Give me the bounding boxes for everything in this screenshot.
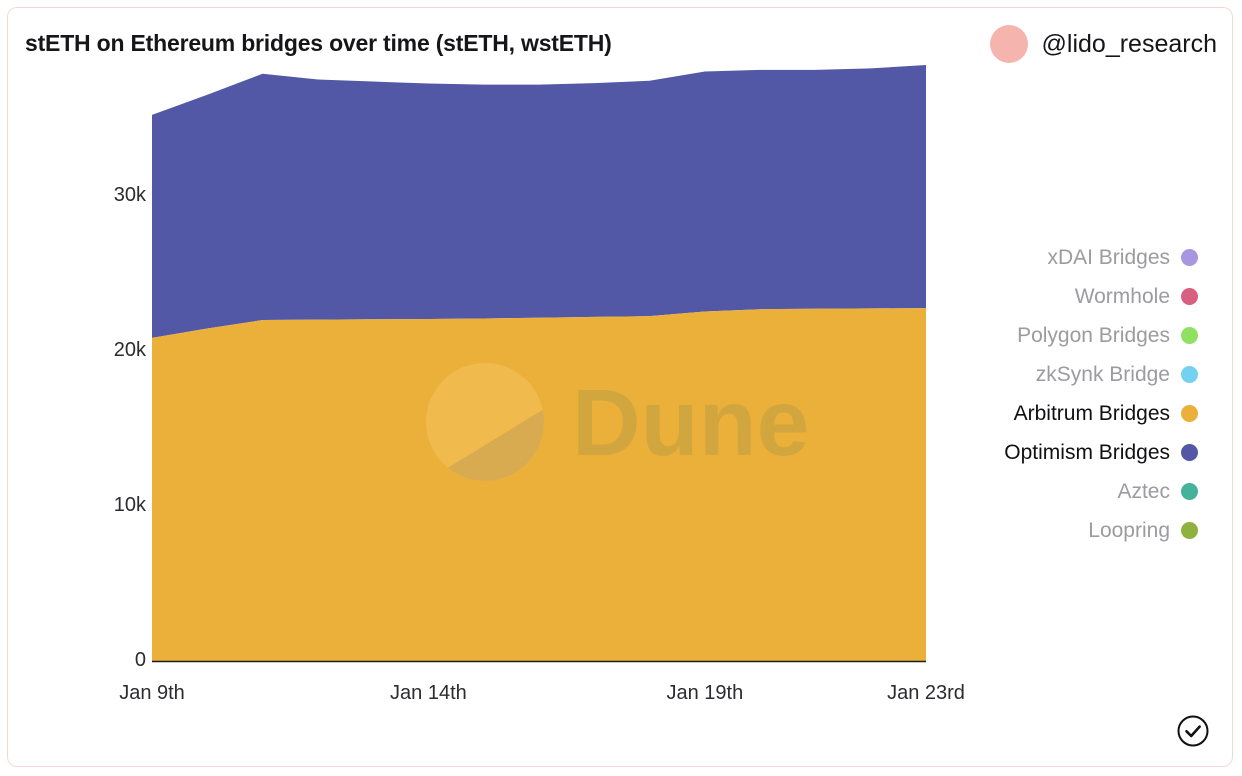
legend-item-label: Aztec [1117,479,1170,503]
legend-item-label: Polygon Bridges [1017,323,1170,347]
x-axis-tick-label: Jan 9th [119,682,185,704]
y-axis-tick-label: 30k [113,183,146,206]
legend-item-label: zkSynk Bridge [1035,362,1170,386]
legend-item[interactable]: Polygon Bridges [1017,316,1198,355]
legend-color-swatch [1181,288,1198,305]
legend-color-swatch [1181,522,1198,539]
legend-item-label: Arbitrum Bridges [1013,401,1170,425]
legend-item-label: Wormhole [1074,284,1170,308]
legend-item-label: Loopring [1088,518,1170,542]
x-axis-tick-label: Jan 14th [390,682,467,704]
x-axis-tick-label: Jan 19th [666,682,744,704]
chart-legend[interactable]: xDAI Bridges Wormhole Polygon Bridges zkSyn… [948,238,1198,550]
x-axis-tick-label: Jan 23rd [887,682,965,704]
legend-color-swatch [1181,444,1198,461]
legend-item-label: Optimism Bridges [1004,440,1170,464]
y-axis-tick-label: 10k [113,493,146,516]
legend-item[interactable]: xDAI Bridges [1047,238,1198,277]
area-series [152,64,926,338]
legend-color-swatch [1181,327,1198,344]
legend-color-swatch [1181,249,1198,266]
legend-item[interactable]: Wormhole [1075,277,1198,316]
y-axis-ticks: 0 10k 20k 30k [28,8,146,768]
legend-item[interactable]: Loopring [1088,511,1198,550]
legend-color-swatch [1181,483,1198,500]
legend-item[interactable]: Optimism Bridges [1004,433,1198,472]
legend-item[interactable]: Arbitrum Bridges [1014,394,1198,433]
legend-item-label: xDAI Bridges [1047,245,1170,269]
area-series [152,308,926,662]
chart-card: stETH on Ethereum bridges over time (stE… [7,7,1233,767]
area-series-group [152,64,926,662]
legend-color-swatch [1181,405,1198,422]
check-circle-icon[interactable] [1176,714,1210,748]
y-axis-tick-label: 0 [134,648,146,671]
y-axis-tick-label: 20k [113,338,146,361]
legend-item[interactable]: zkSynk Bridge [1036,355,1198,394]
legend-item[interactable]: Aztec [1117,472,1198,511]
legend-color-swatch [1181,366,1198,383]
